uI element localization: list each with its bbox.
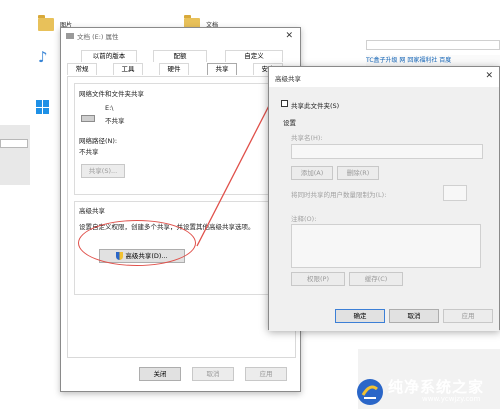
- cancel-button[interactable]: 取消: [192, 367, 234, 381]
- apply-button[interactable]: 应用: [245, 367, 287, 381]
- add-button[interactable]: 添加(A): [291, 166, 333, 180]
- nav-bar[interactable]: [0, 139, 28, 148]
- tab-quota[interactable]: 配额: [153, 50, 207, 62]
- drive-share-status: 不共享: [105, 117, 125, 125]
- user-limit-label: 将同时共享的用户数量限制为(L):: [291, 191, 387, 199]
- properties-tabs: 以前的版本 配额 自定义 常规 工具 硬件 共享 安全: [67, 50, 296, 78]
- properties-titlebar: 文档 (E:) 属性 ✕: [61, 28, 300, 46]
- bookmark-bar[interactable]: TC盒子升级 网 回家福利社 百度: [366, 55, 500, 66]
- apply-button[interactable]: 应用: [443, 309, 493, 323]
- music-folder-icon[interactable]: ♪: [38, 48, 48, 66]
- remove-button[interactable]: 删除(R): [337, 166, 379, 180]
- advanced-share-title: 高级共享: [79, 207, 105, 215]
- watermark-title: 纯净系统之家: [388, 378, 485, 396]
- tab-sharing[interactable]: 共享: [207, 63, 237, 75]
- site-logo: [357, 379, 383, 405]
- comment-field[interactable]: [291, 224, 481, 268]
- watermark-url: www.ycwjzy.com: [422, 395, 481, 403]
- advanced-titlebar: 高级共享 ✕: [269, 67, 499, 87]
- properties-title: 文档 (E:) 属性: [77, 33, 119, 41]
- annotation-ellipse: [78, 220, 196, 266]
- site-watermark: 纯净系统之家 www.ycwjzy.com: [352, 372, 500, 409]
- share-button[interactable]: 共享(S)...: [81, 164, 125, 178]
- advanced-title: 高级共享: [275, 75, 301, 83]
- drive-title-icon: [66, 33, 74, 39]
- share-name-select[interactable]: [291, 144, 483, 159]
- cancel-button[interactable]: 取消: [389, 309, 439, 323]
- close-icon[interactable]: ✕: [285, 32, 293, 41]
- tab-customize[interactable]: 自定义: [225, 50, 283, 62]
- permissions-button[interactable]: 权限(P): [291, 272, 345, 286]
- close-button[interactable]: 关闭: [139, 367, 181, 381]
- close-icon[interactable]: ✕: [485, 72, 493, 81]
- drive-icon: [81, 115, 95, 122]
- network-path-label: 网络路径(N):: [79, 137, 118, 145]
- tab-tools[interactable]: 工具: [113, 63, 143, 75]
- properties-dialog: 文档 (E:) 属性 ✕ 以前的版本 配额 自定义 常规 工具 硬件 共享 安全…: [60, 27, 301, 392]
- tab-general[interactable]: 常规: [67, 63, 97, 75]
- comment-label: 注释(O):: [291, 215, 317, 223]
- address-bar[interactable]: [366, 40, 500, 50]
- advanced-sharing-dialog: 高级共享 ✕ 共享此文件夹(S) 设置 共享名(H): 添加(A) 删除(R) …: [268, 66, 500, 331]
- sharing-panel: 网络文件和文件夹共享 E:\ 不共享 网络路径(N): 不共享 共享(S)...…: [67, 76, 296, 358]
- network-share-group: 网络文件和文件夹共享 E:\ 不共享 网络路径(N): 不共享 共享(S)...: [74, 83, 290, 195]
- left-nav-strip: [0, 125, 30, 185]
- user-limit-stepper[interactable]: [443, 185, 467, 201]
- tab-previous-versions[interactable]: 以前的版本: [81, 50, 137, 62]
- folder-icon[interactable]: [38, 15, 54, 31]
- drive-name: E:\: [105, 104, 114, 112]
- share-folder-label: 共享此文件夹(S): [291, 102, 340, 110]
- network-share-title: 网络文件和文件夹共享: [79, 90, 144, 98]
- ok-button[interactable]: 确定: [335, 309, 385, 323]
- tab-hardware[interactable]: 硬件: [159, 63, 189, 75]
- caching-button[interactable]: 缓存(C): [349, 272, 403, 286]
- settings-label: 设置: [283, 119, 296, 127]
- network-path-value: 不共享: [79, 148, 99, 156]
- share-folder-checkbox[interactable]: [281, 100, 288, 107]
- share-name-label: 共享名(H):: [291, 134, 323, 142]
- windows-drive-icon[interactable]: [36, 100, 50, 114]
- advanced-footer: 确定 取消 应用: [269, 305, 499, 331]
